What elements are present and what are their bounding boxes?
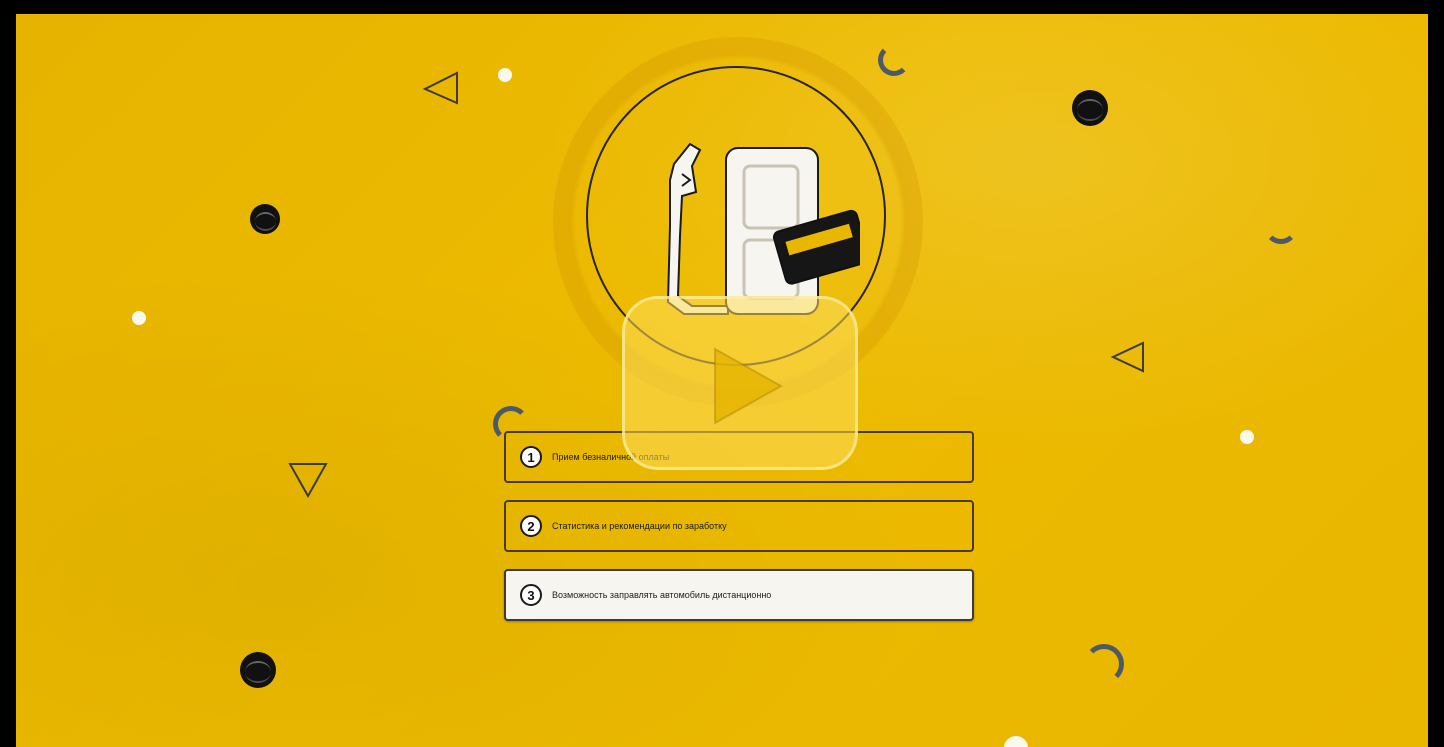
feature-number: 2 (520, 515, 542, 537)
white-dot-decoration (132, 311, 146, 325)
white-dot-decoration (498, 68, 512, 82)
feature-label: Возможность заправлять автомобиль дистан… (552, 590, 772, 600)
arc-decoration (878, 44, 910, 76)
black-ball-decoration (250, 204, 280, 234)
white-dot-decoration (1240, 430, 1254, 444)
arc-decoration (1264, 210, 1298, 244)
feature-number: 3 (520, 584, 542, 606)
feature-item-2[interactable]: 2 Статистика и рекомендации по заработку (504, 500, 974, 552)
black-ball-decoration (1072, 90, 1108, 126)
play-button[interactable] (622, 296, 858, 470)
feature-item-3[interactable]: 3 Возможность заправлять автомобиль дист… (504, 569, 974, 621)
play-icon (714, 347, 784, 425)
feature-label: Статистика и рекомендации по заработку (552, 521, 727, 531)
white-dot-decoration (1004, 736, 1028, 747)
video-frame: 1 Прием безналичной оплаты 2 Статистика … (0, 0, 1444, 747)
video-player[interactable]: 1 Прием безналичной оплаты 2 Статистика … (16, 14, 1428, 747)
feature-number: 1 (520, 446, 542, 468)
triangle-left-icon (1110, 341, 1144, 373)
triangle-left-icon (422, 71, 458, 105)
black-ball-decoration (240, 652, 276, 688)
triangle-down-icon (288, 463, 328, 499)
arc-decoration (1084, 644, 1124, 684)
